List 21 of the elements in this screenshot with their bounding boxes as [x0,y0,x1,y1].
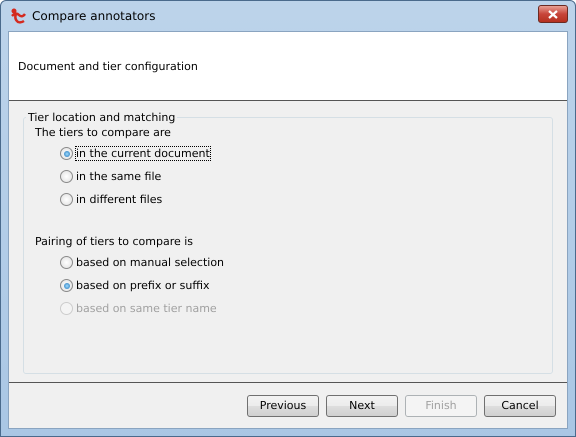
window-title: Compare annotators [32,9,156,23]
radio-button[interactable] [60,147,73,160]
header-text: Document and tier configuration [18,60,198,72]
section-label: Pairing of tiers to compare is [35,235,194,248]
radio-label[interactable]: in different files [76,193,162,206]
close-button[interactable] [538,5,568,23]
section-label: The tiers to compare are [35,126,172,139]
dialog-button[interactable]: Previous [247,394,319,416]
radio-button[interactable] [60,256,73,269]
radio-button[interactable] [60,279,73,292]
group-legend: Tier location and matching [26,111,178,124]
close-icon [548,10,558,18]
radio-label[interactable]: in the current document [76,147,210,160]
dialog-button[interactable]: Next [326,394,398,416]
app-logo-icon [10,8,26,24]
dialog-button[interactable]: Cancel [484,394,556,416]
radio-button[interactable] [60,170,73,183]
radio-label[interactable]: based on prefix or suffix [76,279,210,292]
radio-label[interactable]: based on manual selection [76,256,224,269]
radio-label[interactable]: in the same file [76,170,162,183]
radio-button[interactable] [60,193,73,206]
